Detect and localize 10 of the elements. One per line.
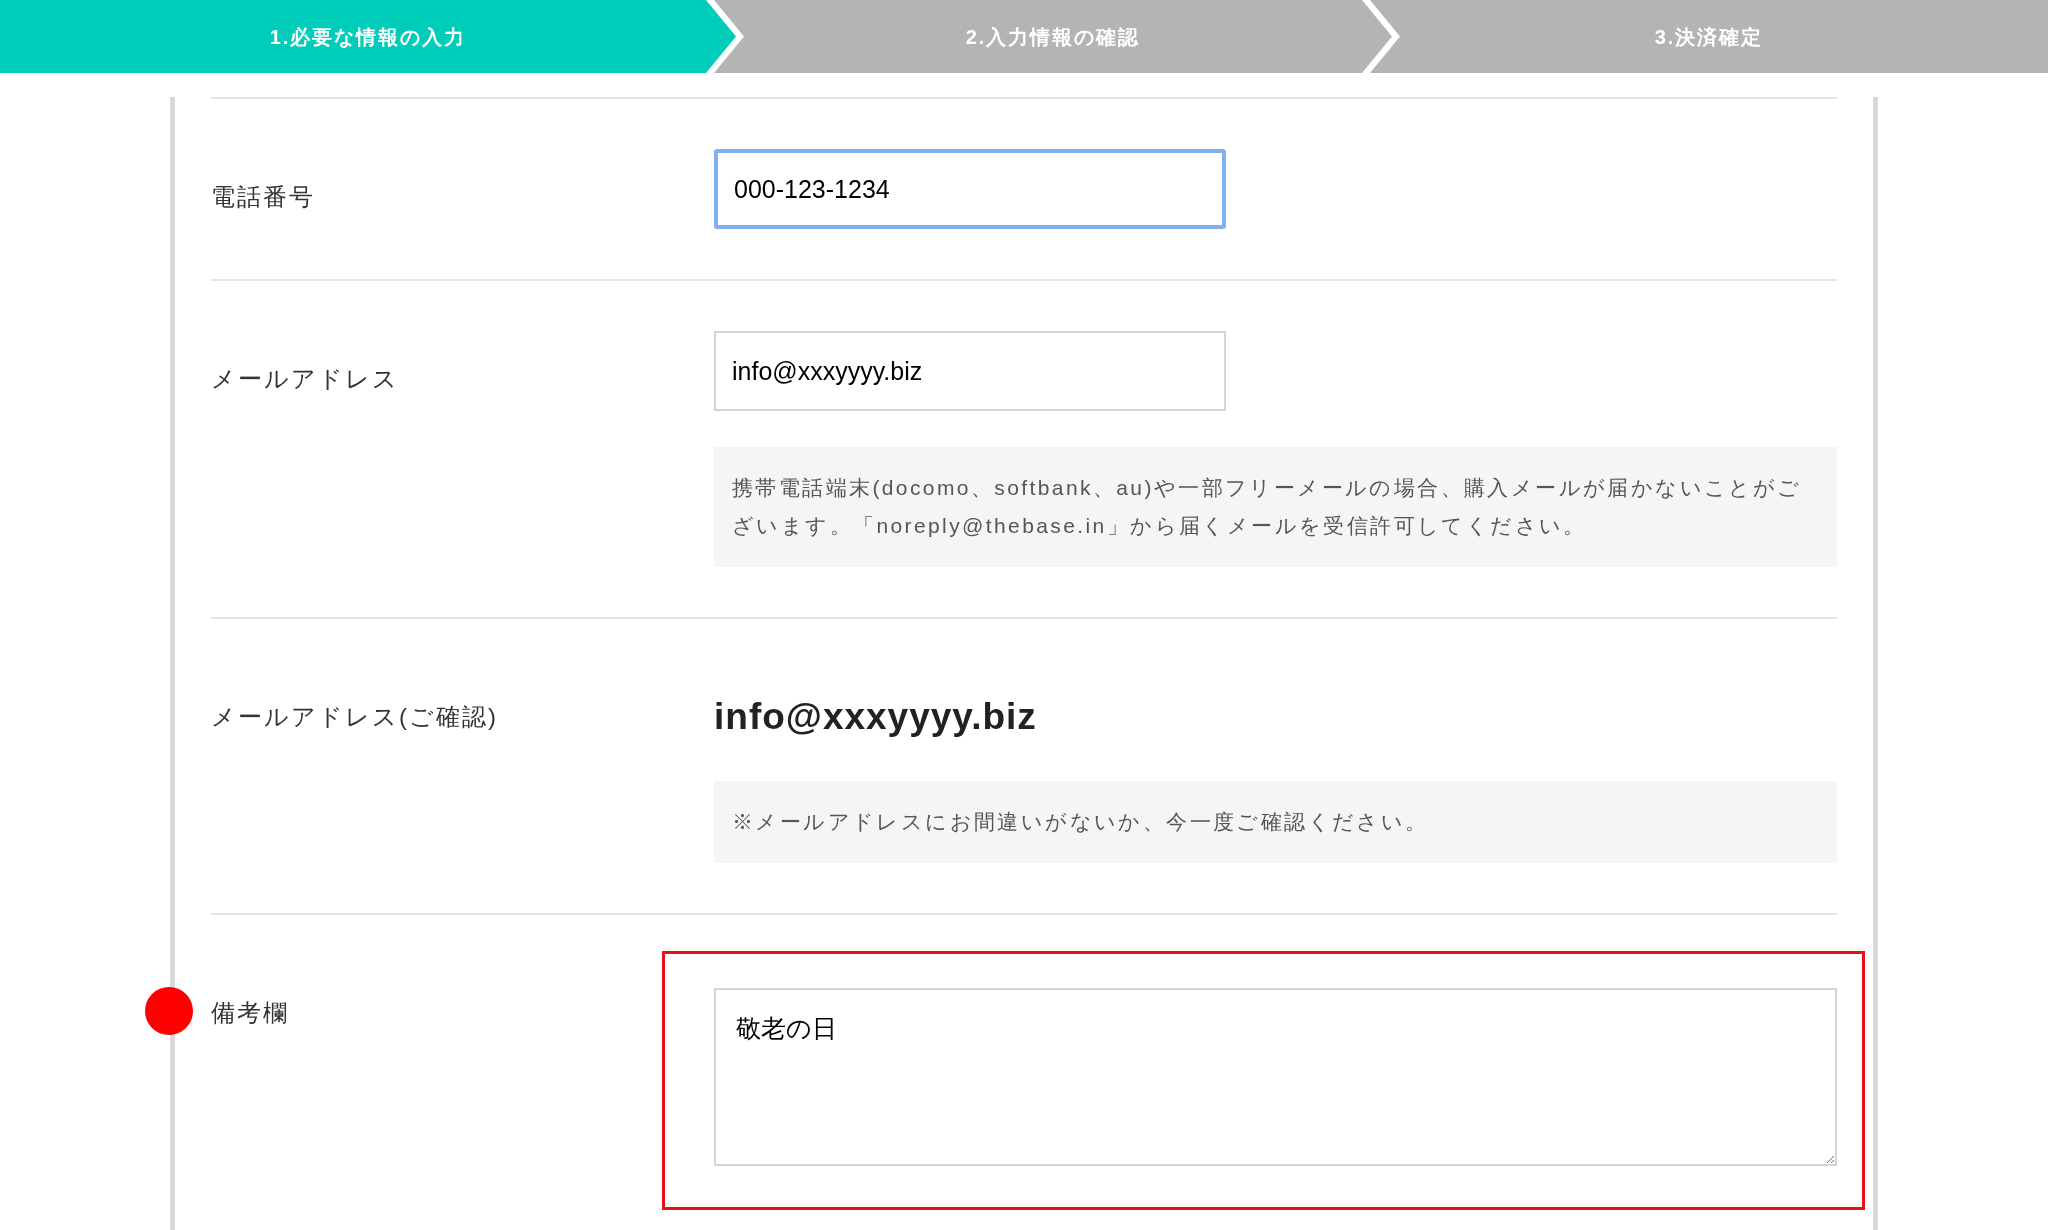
text-input[interactable]: info@xxxyyyy.biz [714,331,1226,411]
field-label: 備考欄 [211,998,289,1026]
field-label: 電話番号 [211,183,315,210]
field-label: メールアドレス [211,365,399,392]
note-text: ※メールアドレスにお間違いがないか、今一度ご確認ください。 [714,780,1837,863]
text-input[interactable]: 000-123-1234 [714,149,1226,229]
email-confirm-value: info@xxxyyyy.biz [714,696,1037,737]
remarks-textarea[interactable]: 敬老の日 [714,987,1837,1166]
note-text: 携帯電話端末(docomo、softbank、au)や一部フリーメールの場合、購入メールが届かないことがございます。「noreply@thebase.in」から届くメールを受信許可してください。 [714,447,1837,567]
field-label: メールアドレス(ご確認) [211,703,498,730]
